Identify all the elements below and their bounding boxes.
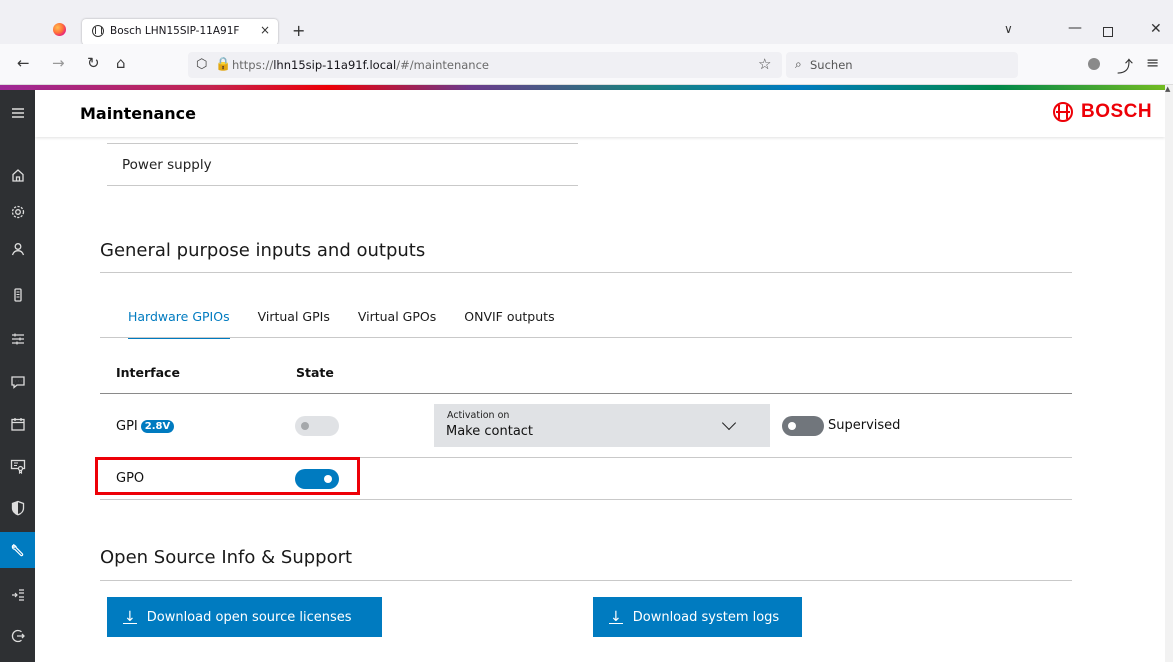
firefox-icon[interactable]: [53, 23, 66, 36]
menu-icon[interactable]: [0, 95, 35, 131]
browser-tab-bar: Bosch LHN15SIP-11A91F × + ∨ — ✕: [0, 0, 1173, 45]
shield-icon[interactable]: [0, 490, 35, 526]
lock-warning-icon[interactable]: 🔒: [215, 57, 231, 72]
window-close-button[interactable]: ✕: [1150, 21, 1162, 37]
url-bar[interactable]: ⬡ 🔒 https://lhn15sip-11a91f.local/#/main…: [188, 52, 782, 78]
main-content: Power supply General purpose inputs and …: [35, 137, 1165, 662]
window-minimize-button[interactable]: —: [1068, 20, 1082, 36]
gpio-section-title: General purpose inputs and outputs: [100, 240, 426, 261]
supervised-toggle[interactable]: [782, 416, 824, 436]
activation-select-value: Make contact: [446, 424, 534, 439]
activation-select[interactable]: Activation on Make contact: [434, 404, 770, 447]
divider: [100, 580, 1072, 581]
certificate-icon[interactable]: [0, 448, 35, 484]
url-text[interactable]: https://lhn15sip-11a91f.local/#/maintena…: [232, 58, 489, 72]
phone-icon[interactable]: [0, 277, 35, 313]
page-header: Maintenance BOSCH: [35, 90, 1165, 137]
divider: [100, 337, 1072, 338]
divider: [107, 143, 578, 144]
forward-arrow-icon[interactable]: →: [52, 56, 65, 71]
download-icon: ↓: [609, 608, 623, 625]
extension-icon[interactable]: [1088, 58, 1100, 70]
brand-logo-text: BOSCH: [1081, 101, 1153, 122]
calendar-icon[interactable]: [0, 406, 35, 442]
back-arrow-icon[interactable]: ←: [17, 56, 30, 71]
gear-icon[interactable]: [0, 194, 35, 230]
gpo-state-toggle[interactable]: [295, 469, 339, 489]
list-tabs-chevron-icon[interactable]: ∨: [1004, 22, 1013, 36]
supervised-label: Supervised: [828, 418, 901, 433]
tab-onvif-outputs[interactable]: ONVIF outputs: [464, 309, 554, 332]
share-icon[interactable]: ⤴: [1117, 53, 1133, 77]
voltage-badge: 2.8V: [140, 420, 175, 433]
divider: [107, 185, 578, 186]
download-logs-button[interactable]: ↓ Download system logs: [593, 597, 802, 637]
download-licenses-button[interactable]: ↓ Download open source licenses: [107, 597, 382, 637]
reload-icon[interactable]: ↻: [87, 56, 100, 71]
sliders-icon[interactable]: [0, 321, 35, 357]
window-maximize-button[interactable]: [1103, 27, 1113, 37]
logout-icon[interactable]: [0, 618, 35, 654]
gpi-label: GPI 2.8V: [116, 419, 175, 434]
download-icon: ↓: [123, 608, 137, 625]
tracking-shield-icon[interactable]: ⬡: [196, 57, 207, 72]
tab-hardware-gpios[interactable]: Hardware GPIOs: [128, 309, 230, 339]
browser-tab[interactable]: Bosch LHN15SIP-11A91F ×: [82, 19, 278, 45]
gpio-tabs: Hardware GPIOs Virtual GPIs Virtual GPOs…: [128, 309, 583, 339]
import-icon[interactable]: [0, 577, 35, 613]
search-placeholder: Suchen: [810, 58, 853, 72]
gpo-label: GPO: [116, 471, 145, 486]
activation-select-label: Activation on: [447, 410, 510, 421]
app-menu-icon[interactable]: ≡: [1146, 53, 1159, 72]
new-tab-button[interactable]: +: [292, 21, 305, 40]
table-header-divider: [100, 393, 1072, 394]
bosch-favicon-icon: [92, 25, 104, 37]
scroll-up-arrow-icon[interactable]: ▲: [1165, 85, 1170, 93]
tab-title: Bosch LHN15SIP-11A91F: [110, 25, 240, 37]
user-icon[interactable]: [0, 231, 35, 267]
search-bar[interactable]: ⌕ Suchen: [786, 52, 1018, 78]
browser-nav-bar: ← → ↻ ⌂ ⬡ 🔒 https://lhn15sip-11a91f.loca…: [0, 44, 1173, 85]
page-title: Maintenance: [80, 104, 197, 123]
sidebar: [0, 90, 35, 662]
tab-close-icon[interactable]: ×: [260, 23, 270, 37]
gpi-state-toggle: [295, 416, 339, 436]
page-scrollbar[interactable]: ▲: [1165, 85, 1173, 662]
home-button-icon[interactable]: ⌂: [116, 56, 126, 71]
power-supply-item[interactable]: Power supply: [122, 157, 212, 173]
home-icon[interactable]: [0, 157, 35, 193]
search-icon: ⌕: [795, 57, 802, 71]
tab-virtual-gpis[interactable]: Virtual GPIs: [258, 309, 330, 332]
chat-icon[interactable]: [0, 364, 35, 400]
bosch-logo-icon: [1053, 102, 1073, 122]
divider: [100, 499, 1072, 500]
divider: [100, 272, 1072, 273]
chevron-down-icon: [721, 415, 737, 431]
wrench-icon[interactable]: [0, 532, 35, 568]
column-header-interface: Interface: [116, 365, 180, 380]
bookmark-star-icon[interactable]: ☆: [758, 55, 771, 73]
open-source-section-title: Open Source Info & Support: [100, 547, 353, 568]
tab-virtual-gpos[interactable]: Virtual GPOs: [358, 309, 436, 332]
column-header-state: State: [296, 365, 334, 380]
